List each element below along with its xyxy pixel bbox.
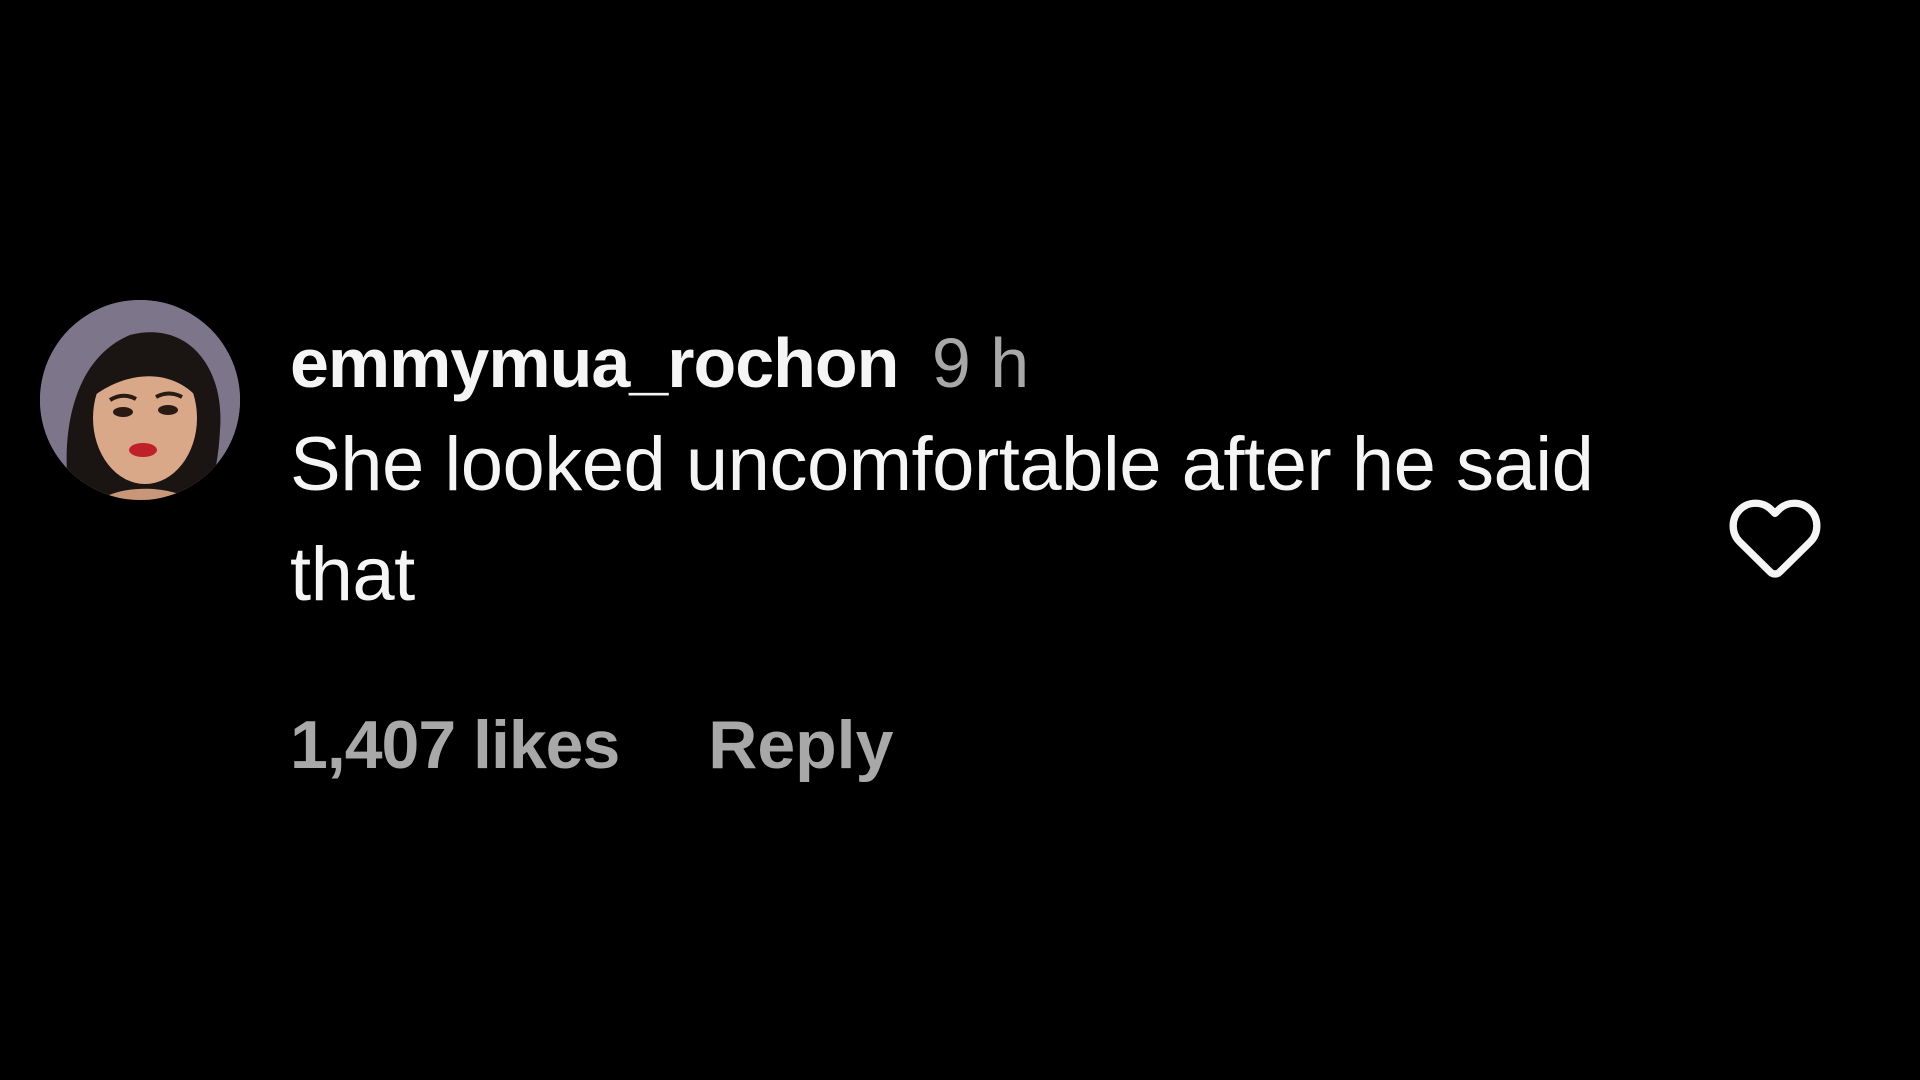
comment-header: emmymua_rochon 9 h [290, 318, 1670, 408]
comment-text: She looked uncomfortable after he said t… [290, 422, 1594, 617]
username[interactable]: emmymua_rochon [290, 324, 899, 402]
timestamp[interactable]: 9 h [932, 324, 1029, 402]
comment-actions: 1,407 likes Reply [290, 700, 893, 790]
comment-item: emmymua_rochon 9 h She looked uncomforta… [0, 0, 1920, 1080]
comment-body: emmymua_rochon 9 h She looked uncomforta… [290, 318, 1670, 630]
avatar-image [40, 300, 240, 500]
likes-count[interactable]: 1,407 likes [290, 707, 620, 783]
reply-button[interactable]: Reply [708, 707, 893, 783]
screen: emmymua_rochon 9 h She looked uncomforta… [0, 0, 1920, 1080]
like-button[interactable] [1720, 480, 1830, 590]
avatar[interactable] [40, 300, 240, 500]
heart-outline-icon [1729, 499, 1821, 578]
